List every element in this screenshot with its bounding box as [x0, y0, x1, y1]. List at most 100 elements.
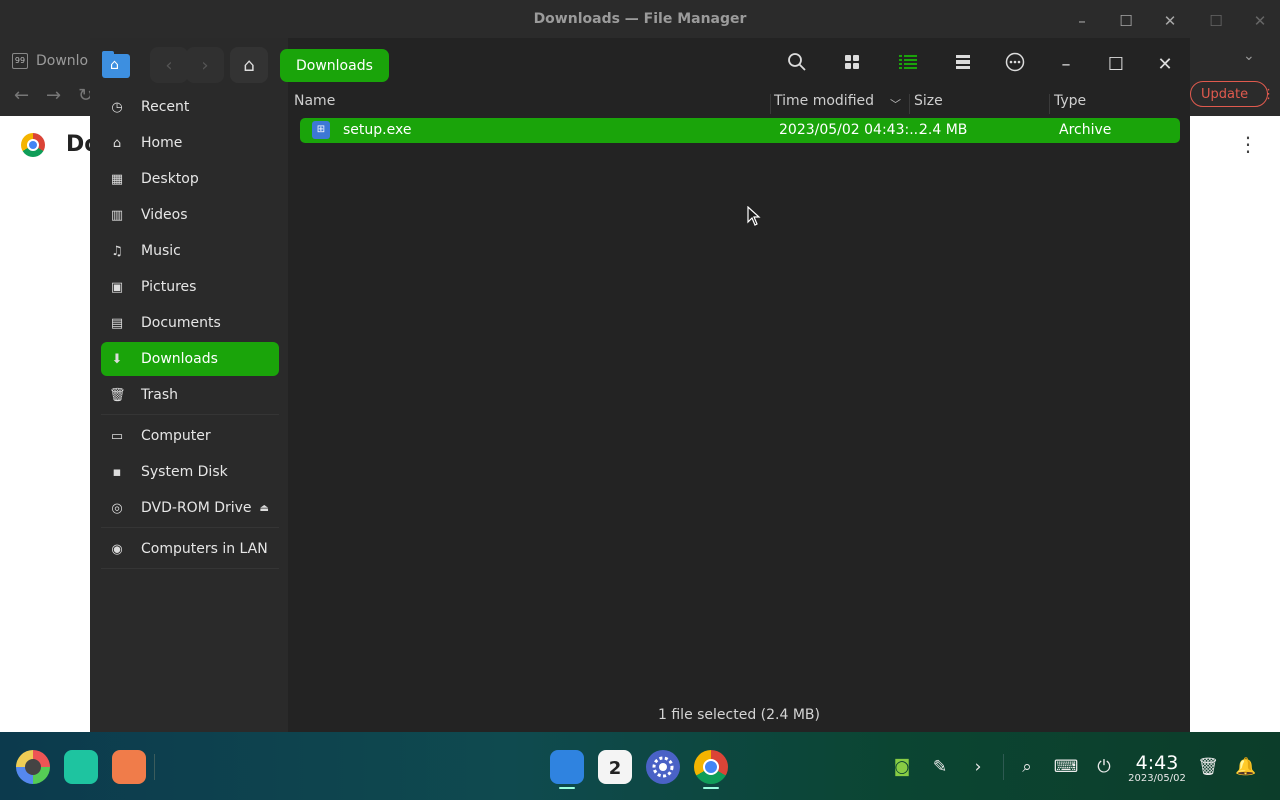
- maximize-icon[interactable]: ☐: [1103, 52, 1129, 78]
- chrome-logo-icon: [21, 133, 45, 157]
- sidebar-item-label: Computers in LAN: [141, 541, 268, 557]
- sidebar-item-downloads[interactable]: ⬇ Downloads: [101, 342, 279, 376]
- tray-app-icon[interactable]: ◙: [889, 754, 915, 780]
- fm-close-icon[interactable]: ✕: [1159, 10, 1181, 32]
- home-button[interactable]: ⌂: [230, 47, 268, 83]
- browser-back-icon[interactable]: ←: [14, 85, 29, 106]
- clock-time[interactable]: 4:43: [1130, 752, 1184, 774]
- close-icon[interactable]: ✕: [1152, 52, 1178, 78]
- search-icon[interactable]: ⌕: [1014, 754, 1040, 780]
- forward-button[interactable]: ›: [186, 47, 224, 83]
- chevron-right-icon: ›: [201, 54, 209, 76]
- icon-view-icon[interactable]: [839, 52, 865, 78]
- tray-divider: [1003, 754, 1004, 780]
- taskbar: 2 ◙ ✎ › ⌕ ⌨ ⏻ 4:43 2023/05/02 🗑 🔔: [0, 732, 1280, 800]
- download-icon: ⬇: [111, 351, 123, 367]
- column-header-name[interactable]: Name: [294, 93, 335, 115]
- column-divider[interactable]: [909, 94, 910, 114]
- column-divider[interactable]: [1049, 94, 1050, 114]
- sidebar-item-documents[interactable]: ▤ Documents: [101, 306, 279, 340]
- breadcrumb-downloads[interactable]: Downloads: [280, 49, 389, 82]
- running-indicator: [703, 787, 719, 789]
- fm-minimize-icon[interactable]: –: [1071, 10, 1093, 32]
- page-menu-icon[interactable]: ⋮: [1238, 134, 1258, 154]
- file-row-selected[interactable]: ⊞ setup.exe 2023/05/02 04:43:... 2.4 MB …: [300, 118, 1180, 143]
- sidebar-divider: [101, 527, 279, 528]
- disk-icon: ▪: [112, 464, 122, 480]
- file-type: Archive: [1059, 122, 1112, 138]
- status-bar: 1 file selected (2.4 MB): [658, 707, 820, 723]
- sidebar-item-desktop[interactable]: ▦ Desktop: [101, 162, 279, 196]
- sidebar-item-system-disk[interactable]: ▪ System Disk: [101, 455, 279, 489]
- sidebar-item-music[interactable]: ♫ Music: [101, 234, 279, 268]
- screenshot-tool-icon[interactable]: ✎: [927, 754, 953, 780]
- desktop-icon: ▦: [110, 171, 124, 187]
- dock-divider: [154, 754, 155, 780]
- settings-dock-icon[interactable]: [646, 750, 680, 784]
- tab-list-chevron-icon[interactable]: ⌄: [1243, 48, 1255, 64]
- sidebar-item-label: System Disk: [141, 464, 228, 480]
- sidebar-item-label: Desktop: [141, 171, 199, 187]
- clock-date[interactable]: 2023/05/02: [1126, 773, 1188, 784]
- launcher-icon[interactable]: [16, 750, 50, 784]
- browser-maximize-icon[interactable]: ☐: [1205, 10, 1227, 32]
- sidebar-divider: [101, 414, 279, 415]
- browser-tab-label: Downlo: [36, 53, 89, 69]
- sidebar-item-trash[interactable]: 🗑 Trash: [101, 378, 279, 412]
- file-manager-dock-icon[interactable]: [550, 750, 584, 784]
- sidebar-item-videos[interactable]: ▥ Videos: [101, 198, 279, 232]
- mouse-pointer-icon: [747, 205, 761, 230]
- sidebar-list: ◷ Recent ⌂ Home ▦ Desktop ▥ Videos ♫ Mus…: [101, 90, 279, 573]
- calendar-dock-icon[interactable]: 2: [598, 750, 632, 784]
- chrome-dock-icon[interactable]: [694, 750, 728, 784]
- keyboard-icon[interactable]: ⌨: [1053, 754, 1079, 780]
- browser-close-icon[interactable]: ✕: [1249, 10, 1271, 32]
- clock-icon: ◷: [111, 99, 123, 115]
- column-header-type[interactable]: Type: [1054, 93, 1086, 115]
- trash-icon: 🗑: [109, 387, 126, 403]
- sidebar-item-label: Computer: [141, 428, 211, 444]
- outer-titlebar: Downloads — File Manager – ☐ ✕ ☐ ✕: [0, 0, 1280, 40]
- back-button[interactable]: ‹: [150, 47, 188, 83]
- file-manager-window: ◷ Recent ⌂ Home ▦ Desktop ▥ Videos ♫ Mus…: [90, 38, 1190, 732]
- sidebar-item-label: DVD-ROM Drive: [141, 500, 252, 516]
- sidebar-item-label: Recent: [141, 99, 190, 115]
- column-divider[interactable]: [770, 94, 771, 114]
- browser-forward-icon[interactable]: →: [46, 85, 61, 106]
- power-icon[interactable]: ⏻: [1091, 754, 1117, 780]
- computer-icon: ▭: [110, 428, 124, 444]
- more-options-icon[interactable]: [1002, 52, 1028, 78]
- list-view-icon[interactable]: [895, 52, 921, 78]
- multitask-view-icon[interactable]: [64, 750, 98, 784]
- sidebar-item-computer[interactable]: ▭ Computer: [101, 419, 279, 453]
- browser-update-button[interactable]: Update ⋮: [1190, 81, 1275, 107]
- sidebar-item-label: Home: [141, 135, 183, 151]
- eject-icon[interactable]: ⏏: [260, 503, 269, 514]
- detail-panel-icon[interactable]: [950, 52, 976, 78]
- file-time-modified: 2023/05/02 04:43:...: [779, 122, 923, 138]
- sidebar-item-dvd-rom[interactable]: ◎ DVD-ROM Drive ⏏: [101, 491, 279, 525]
- fm-maximize-icon[interactable]: ☐: [1115, 10, 1137, 32]
- search-icon[interactable]: [784, 52, 810, 78]
- sidebar-item-pictures[interactable]: ▣ Pictures: [101, 270, 279, 304]
- sidebar-item-recent[interactable]: ◷ Recent: [101, 90, 279, 124]
- trash-dock-icon[interactable]: 🗑: [1195, 754, 1221, 780]
- kebab-icon: ⋮: [1262, 86, 1276, 102]
- sort-descending-icon[interactable]: ﹀: [890, 96, 901, 112]
- column-header-size[interactable]: Size: [914, 93, 943, 115]
- column-header-time-modified[interactable]: Time modified: [774, 93, 874, 115]
- app-store-icon[interactable]: [112, 750, 146, 784]
- calendar-day: 2: [608, 758, 622, 779]
- browser-tab[interactable]: 99 Downlo: [12, 47, 88, 75]
- notification-bell-icon[interactable]: 🔔: [1233, 754, 1259, 780]
- sidebar-item-lan[interactable]: ◉ Computers in LAN: [101, 532, 279, 566]
- tray-expand-chevron-icon[interactable]: ›: [965, 754, 991, 780]
- file-name: setup.exe: [343, 122, 412, 138]
- sidebar-item-label: Trash: [141, 387, 178, 403]
- video-icon: ▥: [110, 207, 124, 223]
- music-icon: ♫: [111, 243, 123, 259]
- sidebar-item-home[interactable]: ⌂ Home: [101, 126, 279, 160]
- minimize-icon[interactable]: –: [1053, 52, 1079, 78]
- picture-icon: ▣: [110, 279, 124, 295]
- sidebar: ◷ Recent ⌂ Home ▦ Desktop ▥ Videos ♫ Mus…: [90, 38, 288, 732]
